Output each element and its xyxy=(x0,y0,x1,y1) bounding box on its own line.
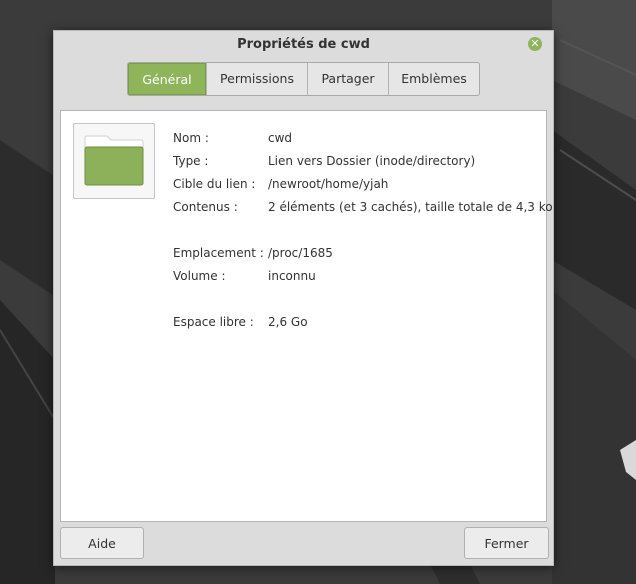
file-icon-button[interactable] xyxy=(73,123,155,199)
help-button[interactable]: Aide xyxy=(60,527,144,559)
property-label: Volume : xyxy=(173,269,226,283)
property-label: Type : xyxy=(173,154,209,168)
property-value: 2,6 Go xyxy=(268,315,308,329)
property-value: 2 éléments (et 3 cachés), taille totale … xyxy=(268,200,553,214)
general-panel: Nom : cwd Type : Lien vers Dossier (inod… xyxy=(60,110,553,522)
folder-icon xyxy=(84,135,144,186)
property-value: /proc/1685 xyxy=(268,246,333,260)
property-value: Lien vers Dossier (inode/directory) xyxy=(268,154,476,168)
property-label: Contenus : xyxy=(173,200,238,214)
property-label: Cible du lien : xyxy=(173,177,256,191)
tab-permissions[interactable]: Permissions xyxy=(206,63,307,95)
close-button[interactable]: Fermer xyxy=(464,527,549,559)
tab-share[interactable]: Partager xyxy=(307,63,388,95)
property-label: Emplacement : xyxy=(173,246,264,260)
titlebar[interactable]: Propriétés de cwd ✕ xyxy=(54,31,553,61)
dialog-title: Propriétés de cwd xyxy=(237,37,370,52)
property-label: Nom : xyxy=(173,131,209,145)
property-value: cwd xyxy=(268,131,293,145)
close-icon[interactable]: ✕ xyxy=(528,37,542,51)
tab-emblems[interactable]: Emblèmes xyxy=(388,63,479,95)
properties-dialog: Propriétés de cwd ✕ Général Permissions … xyxy=(53,30,554,566)
tab-general[interactable]: Général xyxy=(128,63,206,95)
property-value: /newroot/home/yjah xyxy=(268,177,389,191)
tab-bar: Général Permissions Partager Emblèmes xyxy=(127,62,480,96)
property-value: inconnu xyxy=(268,269,316,283)
property-label: Espace libre : xyxy=(173,315,254,329)
